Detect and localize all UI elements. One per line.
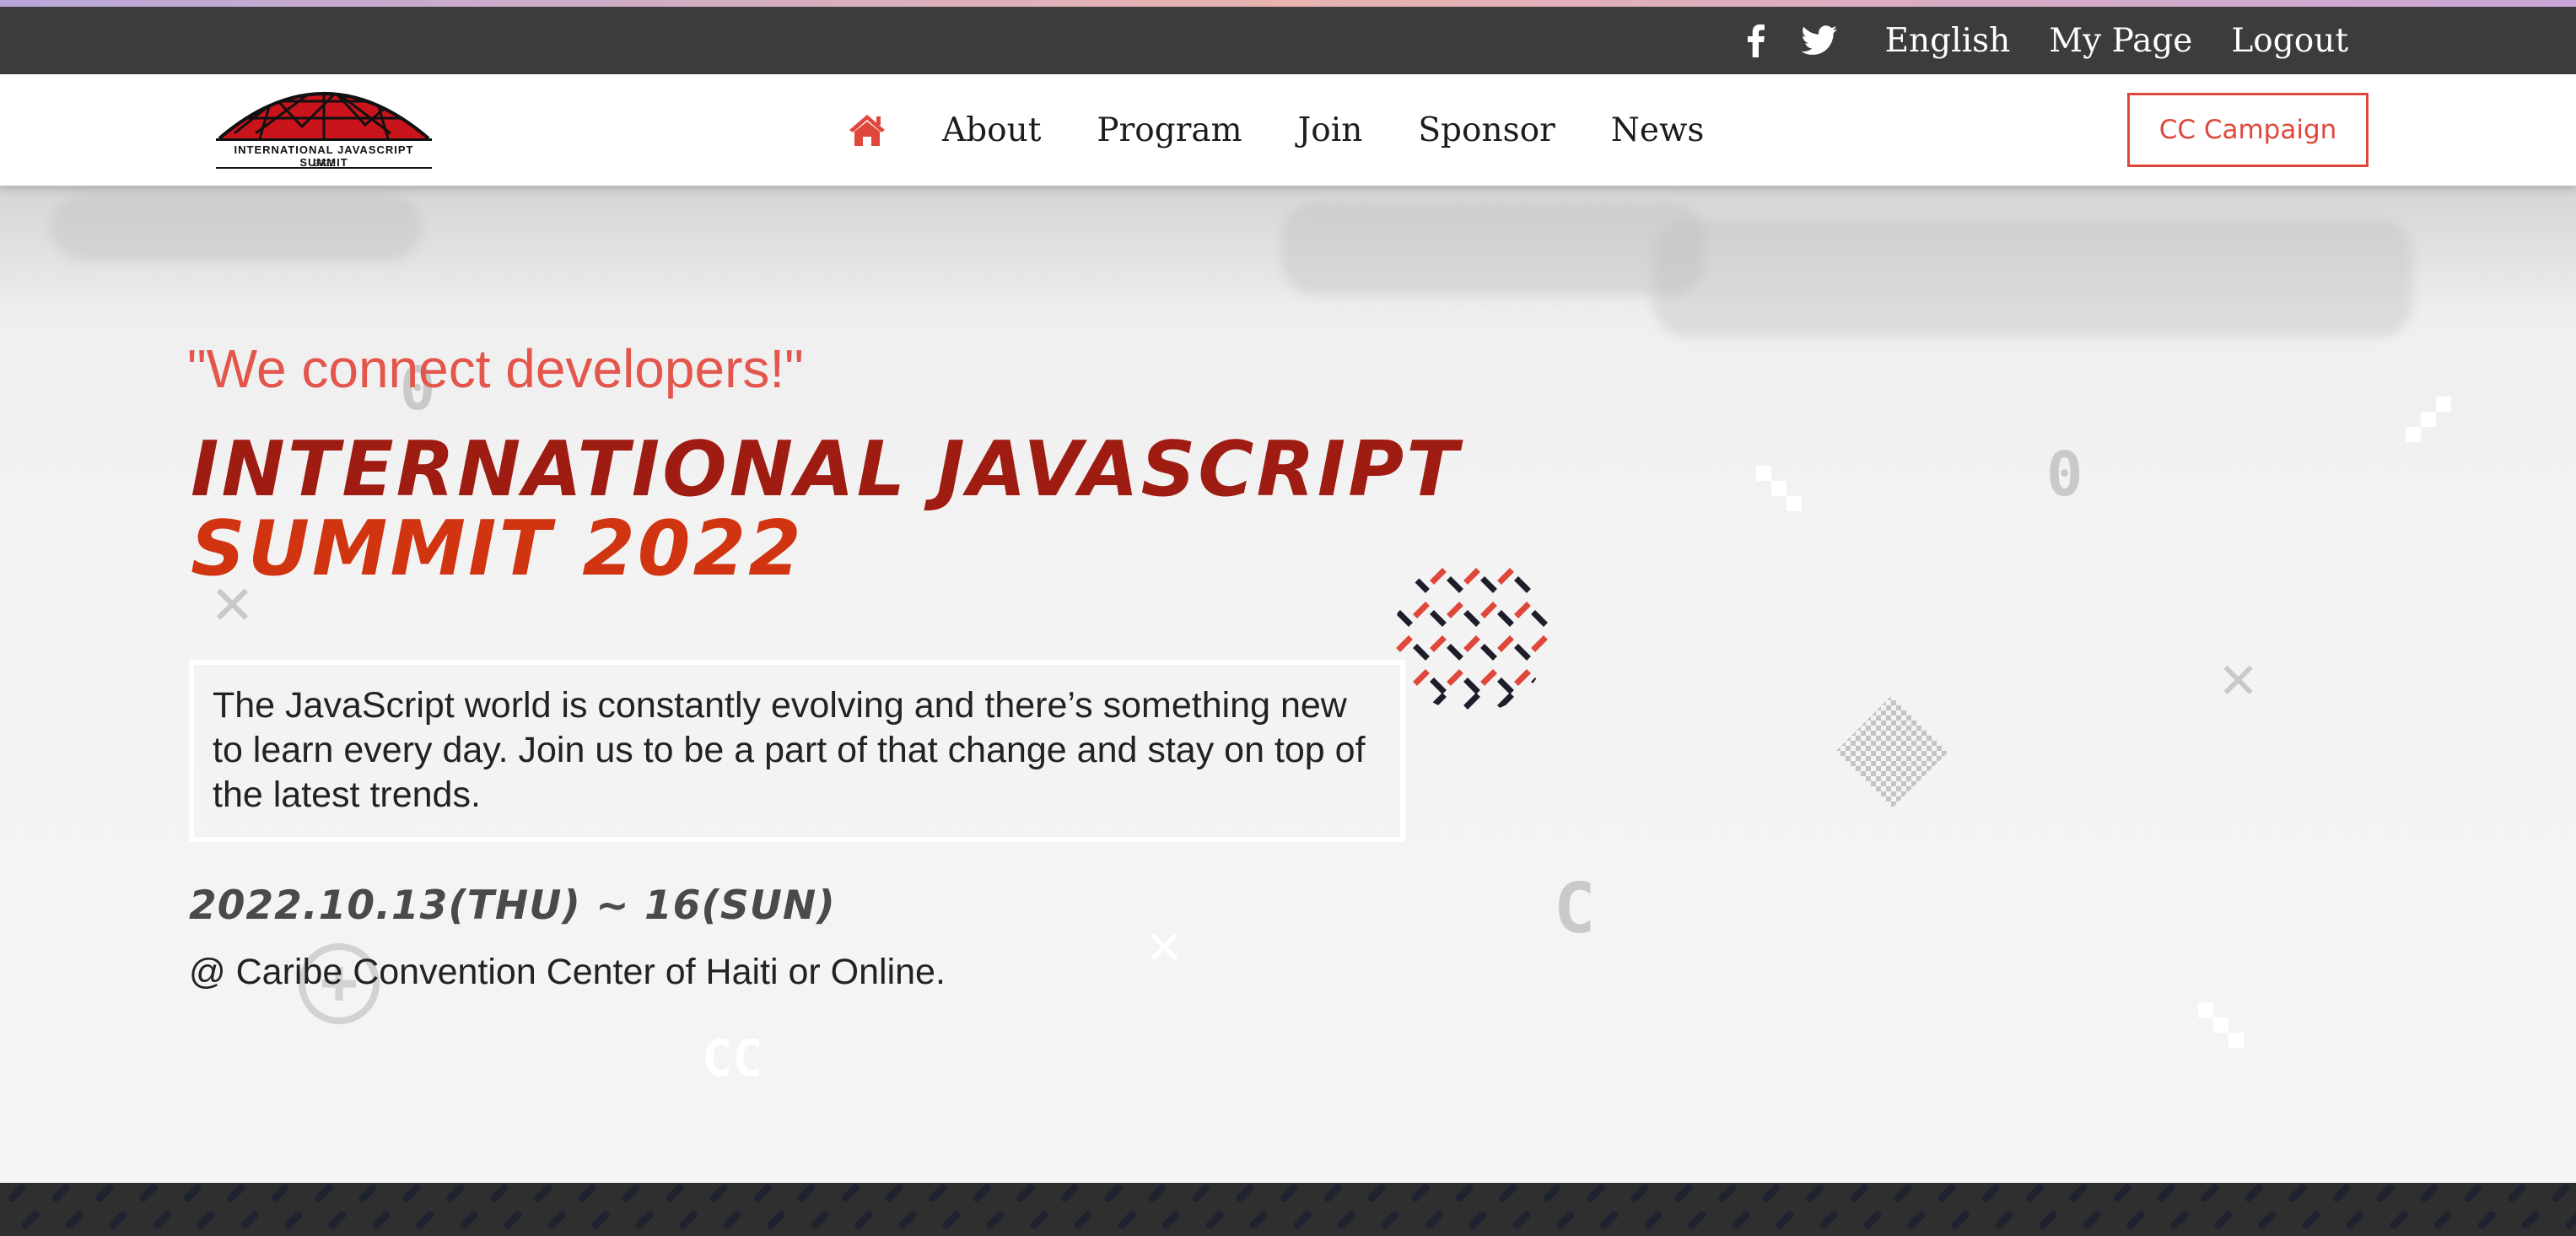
logout-link[interactable]: Logout bbox=[2231, 22, 2348, 60]
hero-tagline: "We connect developers!" bbox=[187, 338, 804, 399]
hero-title-line1: INTERNATIONAL JAVASCRIPT bbox=[191, 425, 1461, 514]
top-utility-bar: English My Page Logout bbox=[0, 7, 2576, 74]
decor-steps bbox=[1756, 466, 1802, 511]
social-links bbox=[1747, 24, 1838, 57]
nav-program[interactable]: Program bbox=[1097, 111, 1242, 149]
decor-steps bbox=[2198, 1002, 2244, 1048]
footer-pattern bbox=[0, 1183, 2576, 1236]
decor-c: C bbox=[1554, 869, 1596, 949]
event-date: 2022.10.13(THU) ~ 16(SUN) bbox=[189, 882, 836, 929]
facebook-icon[interactable] bbox=[1747, 24, 1765, 57]
hero-title: INTERNATIONAL JAVASCRIPT SUMMIT 2022 bbox=[191, 430, 1461, 589]
nav-about[interactable]: About bbox=[942, 111, 1041, 149]
logo-year: 2022 bbox=[313, 159, 335, 169]
decor-steps bbox=[2406, 397, 2451, 442]
nav-news[interactable]: News bbox=[1611, 111, 1705, 149]
browser-top-strip bbox=[0, 0, 2576, 7]
decor-zero: 0 bbox=[2046, 439, 2083, 510]
background-shape bbox=[1282, 202, 1704, 295]
cc-campaign-button[interactable]: CC Campaign bbox=[2127, 93, 2369, 167]
decor-diamond-checker bbox=[1835, 695, 1948, 808]
decor-x: ✕ bbox=[1147, 911, 1182, 978]
hero-description: The JavaScript world is constantly evolv… bbox=[213, 685, 1366, 815]
twitter-icon[interactable] bbox=[1800, 25, 1838, 56]
background-shape bbox=[51, 194, 422, 262]
event-venue: @ Caribe Convention Center of Haiti or O… bbox=[189, 952, 946, 992]
hero-title-line2: SUMMIT 2022 bbox=[191, 505, 804, 593]
hero-description-box: The JavaScript world is constantly evolv… bbox=[189, 660, 1405, 842]
home-icon[interactable] bbox=[848, 112, 887, 148]
background-shape bbox=[1653, 219, 2412, 337]
main-menu: About Program Join Sponsor News bbox=[848, 74, 1704, 186]
main-navbar: INTERNATIONAL JAVASCRIPT SUMMIT 2022 Abo… bbox=[0, 74, 2576, 186]
hero-section: 0 0 ✕ ✕ ✕ C CC "We connect developers!" … bbox=[0, 186, 2576, 1183]
footer-pattern-band bbox=[0, 1183, 2576, 1236]
language-link[interactable]: English bbox=[1885, 22, 2011, 60]
top-links: English My Page Logout bbox=[1747, 7, 2348, 74]
my-page-link[interactable]: My Page bbox=[2049, 22, 2192, 60]
decor-x: ✕ bbox=[2220, 641, 2257, 712]
nav-sponsor[interactable]: Sponsor bbox=[1418, 111, 1555, 149]
nav-join[interactable]: Join bbox=[1298, 111, 1363, 149]
decor-cc: CC bbox=[702, 1029, 763, 1088]
